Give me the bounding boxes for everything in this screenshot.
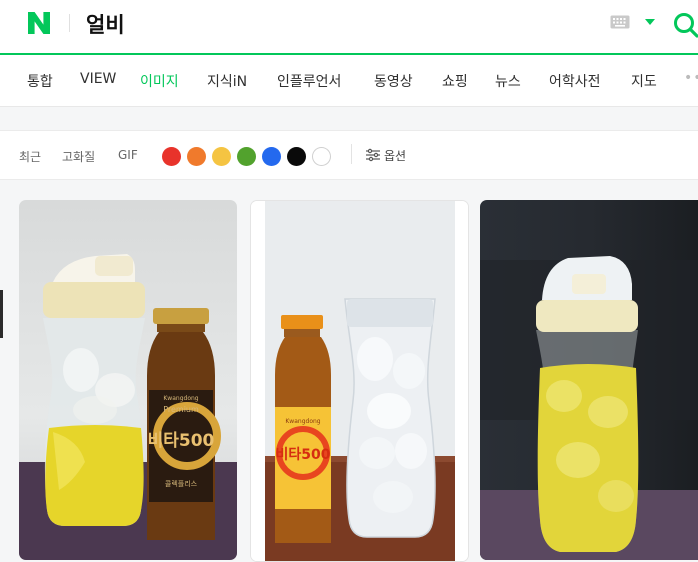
autocomplete-toggle-icon[interactable]	[645, 19, 655, 25]
color-filter-yellow[interactable]	[212, 147, 231, 166]
color-filter-white[interactable]	[312, 147, 331, 166]
tab-all[interactable]: 통합	[27, 71, 53, 91]
bottle-label-bottom: 콜렉플리스	[165, 479, 198, 488]
color-filter-green[interactable]	[237, 147, 256, 166]
bottle-label-vita500-2: 비타500	[276, 447, 331, 463]
bottle-label-vita500: 비타500	[148, 431, 215, 451]
filter-gif[interactable]: GIF	[118, 148, 138, 162]
bottle-label-brand-2: Kwangdong	[285, 418, 320, 425]
tab-image[interactable]: 이미지	[140, 71, 179, 91]
header-divider	[69, 14, 70, 32]
tab-news[interactable]: 뉴스	[495, 71, 521, 91]
filter-recent[interactable]: 최근	[19, 148, 41, 165]
color-filter-orange[interactable]	[187, 147, 206, 166]
options-icon[interactable]	[366, 148, 380, 162]
image-filter-bar: 최근 고화질 GIF 옵션	[0, 130, 698, 180]
color-filter-blue[interactable]	[262, 147, 281, 166]
image-shaker-bottle	[480, 200, 698, 560]
image-result-2[interactable]: 비타500 Kwangdong	[250, 200, 469, 562]
color-filter-black[interactable]	[287, 147, 306, 166]
color-filter-red[interactable]	[162, 147, 181, 166]
scroll-handle[interactable]	[0, 290, 3, 338]
tab-view[interactable]: VIEW	[80, 71, 116, 87]
tab-shopping[interactable]: 쇼핑	[442, 71, 468, 91]
tab-kin[interactable]: 지식iN	[207, 71, 247, 91]
filter-high-quality[interactable]: 고화질	[62, 148, 95, 165]
search-icon[interactable]	[672, 11, 698, 39]
search-query[interactable]: 얼비	[86, 9, 125, 39]
keyboard-icon[interactable]	[610, 15, 630, 29]
image-result-3[interactable]	[480, 200, 698, 560]
bottle-label-premium: Premium	[163, 405, 199, 414]
options-label[interactable]: 옵션	[384, 147, 406, 164]
search-header: 얼비	[0, 0, 698, 55]
filter-separator	[351, 144, 352, 164]
image-vita500-and-ice-cup: 비타500 Kwangdong	[251, 201, 468, 561]
tab-map[interactable]: 지도	[631, 71, 657, 91]
tab-video[interactable]: 동영상	[374, 71, 413, 91]
image-bottle-with-vita500: Premium 비타500 Kwangdong 콜렉플리스	[19, 200, 237, 560]
tab-influencer[interactable]: 인플루언서	[277, 71, 341, 91]
more-tabs-icon[interactable]: ••	[684, 70, 698, 86]
tab-dictionary[interactable]: 어학사전	[549, 71, 601, 91]
naver-logo-icon[interactable]	[26, 10, 52, 36]
search-tabs: 통합 VIEW 이미지 지식iN 인플루언서 동영상 쇼핑 뉴스 어학사전 지도…	[0, 55, 698, 107]
bottle-label-brand: Kwangdong	[163, 395, 198, 402]
image-result-1[interactable]: Premium 비타500 Kwangdong 콜렉플리스	[19, 200, 237, 560]
